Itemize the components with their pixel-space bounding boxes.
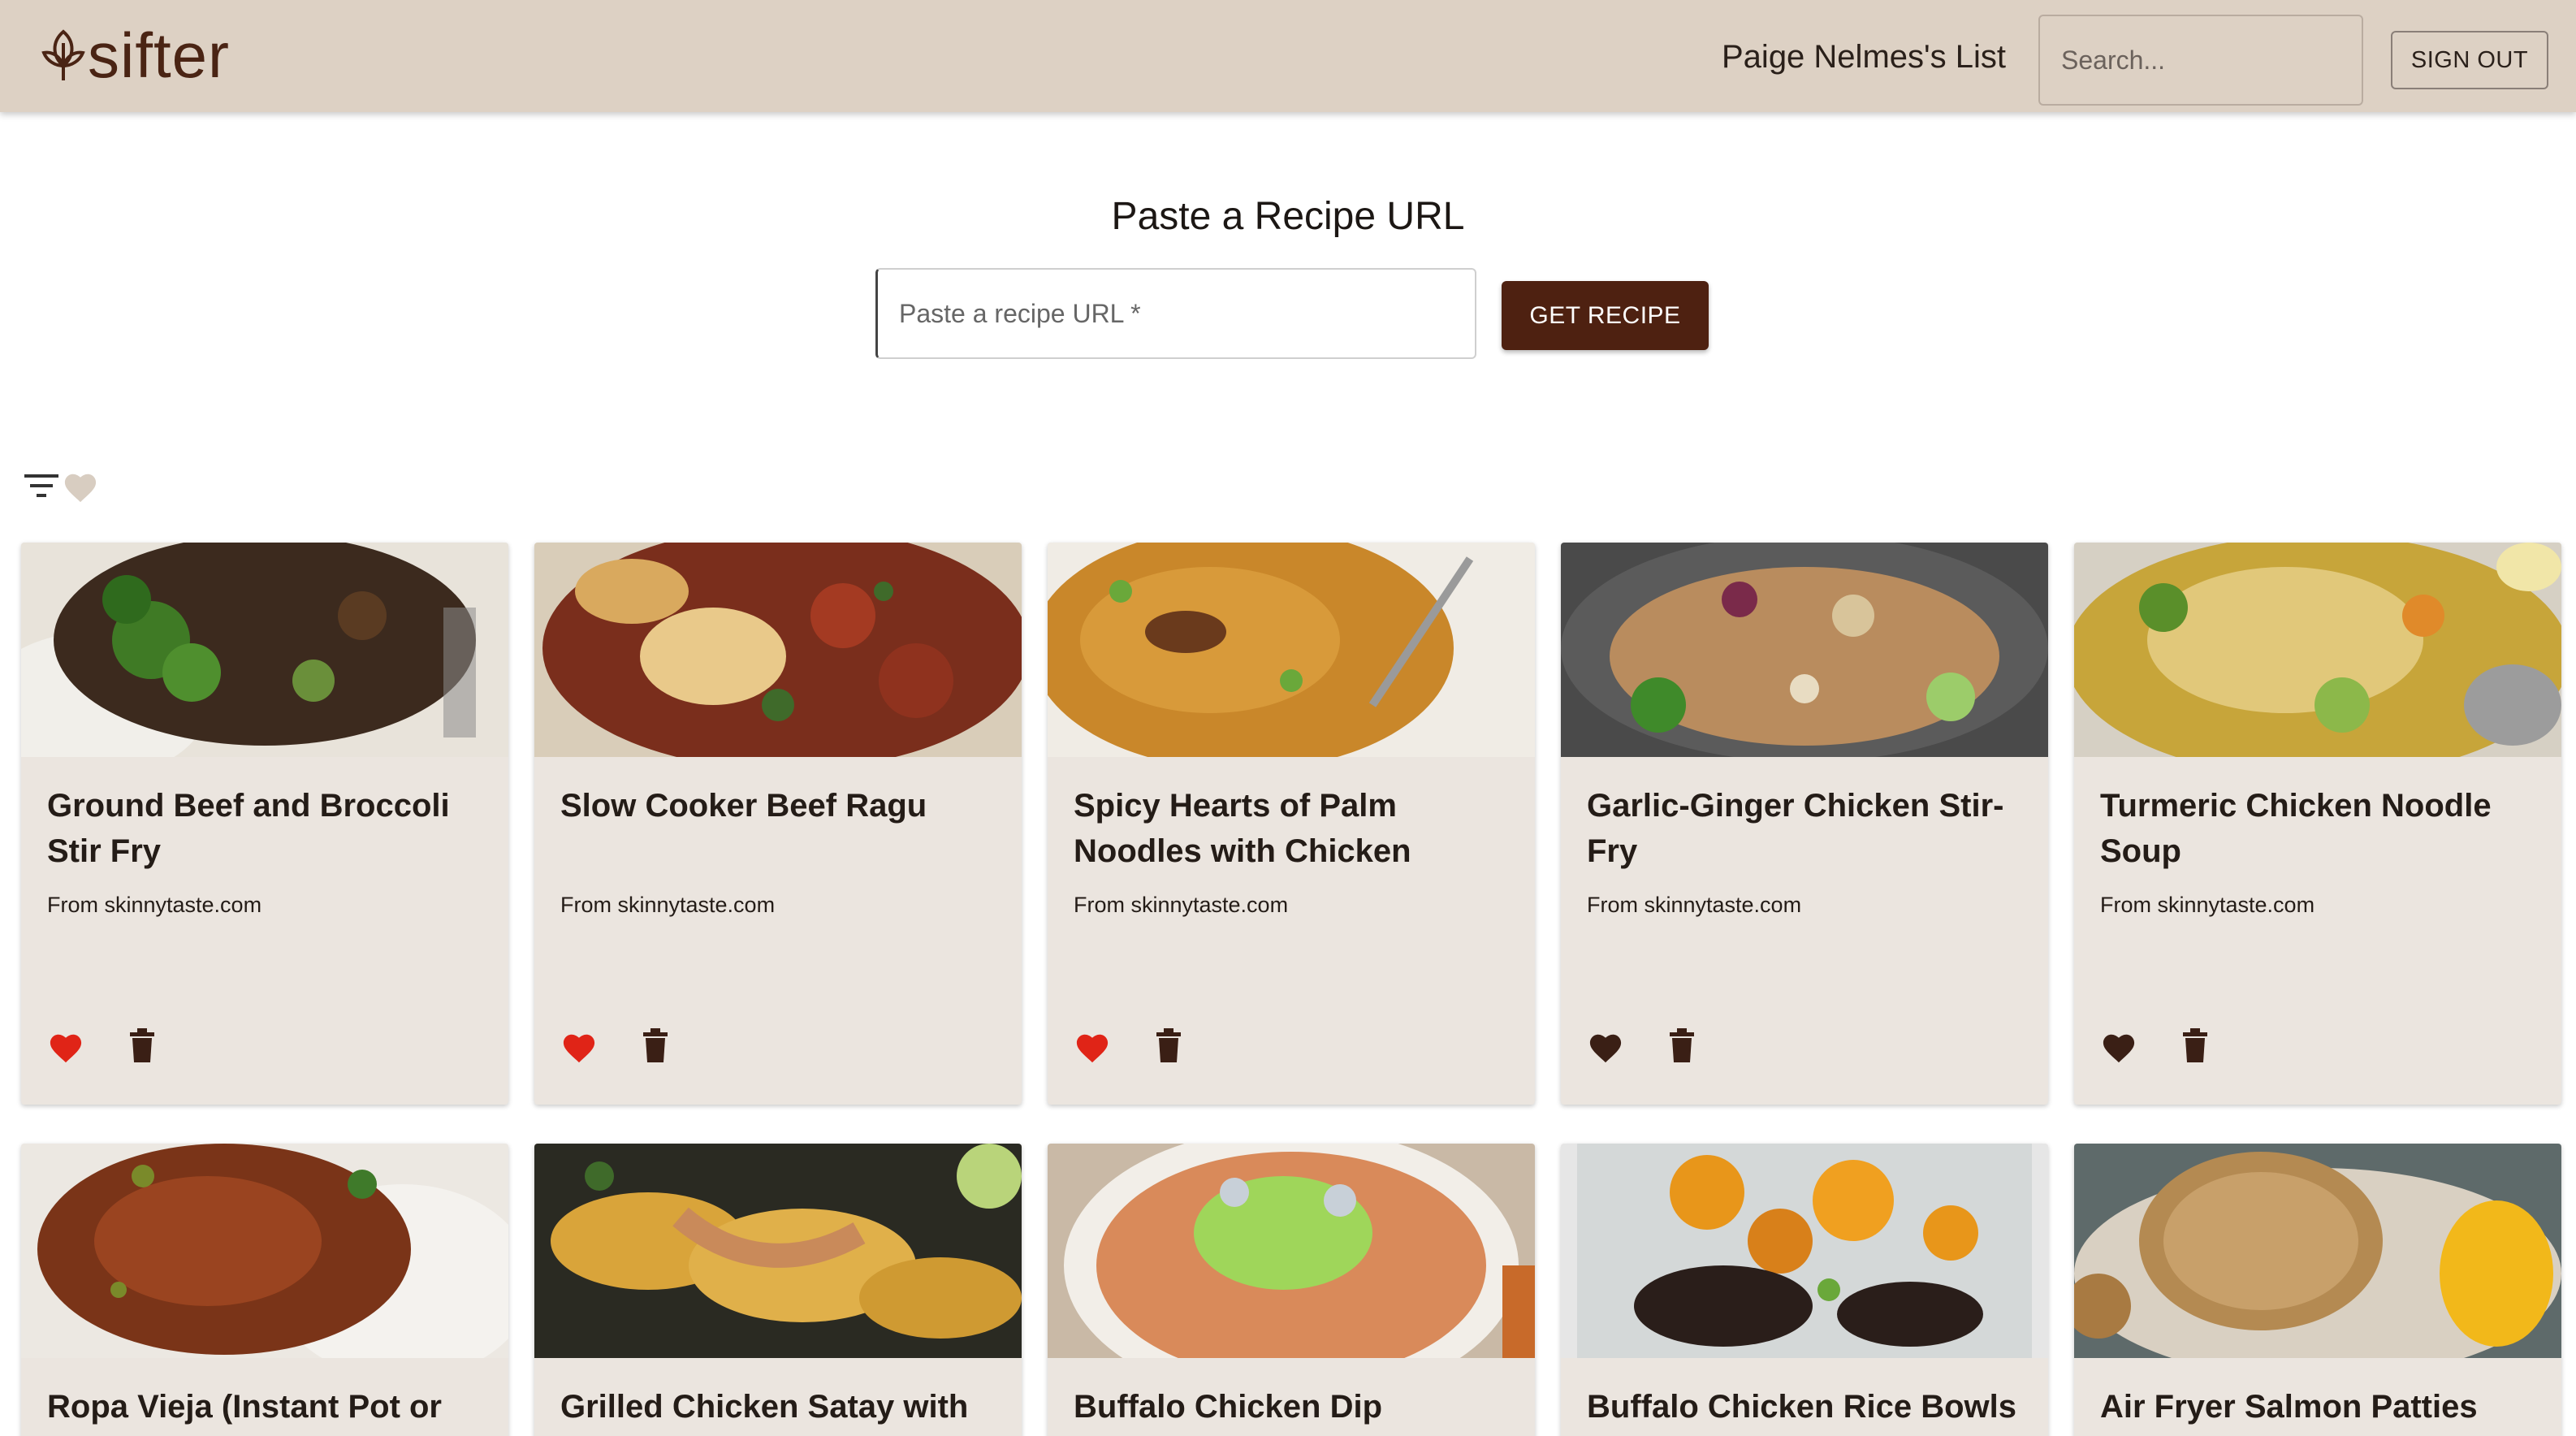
recipe-source: From skinnytaste.com bbox=[1587, 893, 1802, 917]
sign-out-button[interactable]: SIGN OUT bbox=[2391, 31, 2548, 89]
paste-url-heading: Paste a Recipe URL bbox=[1111, 195, 1465, 238]
recipe-image[interactable] bbox=[2074, 1144, 2561, 1358]
recipe-image[interactable] bbox=[1561, 543, 2048, 757]
recipe-source: From skinnytaste.com bbox=[47, 893, 262, 917]
recipe-card[interactable]: Slow Cooker Beef Ragu From skinnytaste.c… bbox=[534, 543, 1022, 1105]
recipe-title[interactable]: Ground Beef and Broccoli Stir Fry bbox=[47, 783, 486, 874]
favorite-heart-icon[interactable] bbox=[560, 1030, 598, 1064]
recipe-url-input[interactable] bbox=[875, 268, 1476, 359]
favorite-heart-icon[interactable] bbox=[1587, 1030, 1624, 1064]
favorite-heart-icon[interactable] bbox=[1074, 1030, 1111, 1064]
recipe-image[interactable] bbox=[1048, 543, 1535, 757]
favorite-heart-icon[interactable] bbox=[47, 1030, 84, 1064]
trash-icon[interactable] bbox=[1670, 1028, 1694, 1062]
search-input[interactable] bbox=[2038, 15, 2363, 106]
recipe-image[interactable] bbox=[1048, 1144, 1535, 1358]
recipe-source: From skinnytaste.com bbox=[560, 893, 776, 917]
recipe-source: From skinnytaste.com bbox=[1074, 893, 1289, 917]
recipe-card[interactable]: Garlic-Ginger Chicken Stir-Fry From skin… bbox=[1561, 543, 2048, 1105]
recipe-title[interactable]: Grilled Chicken Satay with bbox=[560, 1384, 999, 1430]
favorites-filter-heart-icon[interactable] bbox=[62, 469, 99, 504]
recipe-card[interactable]: Grilled Chicken Satay with bbox=[534, 1144, 1022, 1436]
sifter-logo[interactable]: sifter bbox=[41, 23, 230, 88]
list-title: Paige Nelmes's List bbox=[1722, 39, 2006, 75]
recipe-image[interactable] bbox=[534, 1144, 1022, 1358]
recipe-image[interactable] bbox=[534, 543, 1022, 757]
recipe-image[interactable] bbox=[2074, 543, 2561, 757]
recipe-title[interactable]: Slow Cooker Beef Ragu bbox=[560, 783, 999, 828]
trash-icon[interactable] bbox=[2183, 1028, 2207, 1062]
recipe-card[interactable]: Air Fryer Salmon Patties bbox=[2074, 1144, 2561, 1436]
recipe-title[interactable]: Ropa Vieja (Instant Pot or bbox=[47, 1384, 486, 1430]
recipe-source: From skinnytaste.com bbox=[2100, 893, 2315, 917]
recipe-card[interactable]: Ropa Vieja (Instant Pot or bbox=[21, 1144, 508, 1436]
trash-icon[interactable] bbox=[1156, 1028, 1181, 1062]
logo-text: sifter bbox=[88, 19, 231, 91]
recipe-image[interactable] bbox=[21, 1144, 508, 1358]
recipe-title[interactable]: Garlic-Ginger Chicken Stir-Fry bbox=[1587, 783, 2025, 874]
top-app-bar: sifter Paige Nelmes's List SIGN OUT bbox=[0, 0, 2576, 112]
recipe-card[interactable]: Turmeric Chicken Noodle Soup From skinny… bbox=[2074, 543, 2561, 1105]
recipe-card[interactable]: Buffalo Chicken Dip bbox=[1048, 1144, 1535, 1436]
filter-list-icon[interactable] bbox=[24, 471, 58, 500]
leaf-logo-icon bbox=[41, 29, 85, 80]
recipe-image[interactable] bbox=[1561, 1144, 2048, 1358]
recipe-title[interactable]: Spicy Hearts of Palm Noodles with Chicke… bbox=[1074, 783, 1512, 874]
get-recipe-button[interactable]: GET RECIPE bbox=[1502, 281, 1709, 350]
recipe-card[interactable]: Buffalo Chicken Rice Bowls bbox=[1561, 1144, 2048, 1436]
favorite-heart-icon[interactable] bbox=[2100, 1030, 2137, 1064]
recipe-card[interactable]: Ground Beef and Broccoli Stir Fry From s… bbox=[21, 543, 508, 1105]
trash-icon[interactable] bbox=[130, 1028, 154, 1062]
recipe-title[interactable]: Buffalo Chicken Rice Bowls bbox=[1587, 1384, 2025, 1430]
trash-icon[interactable] bbox=[643, 1028, 668, 1062]
recipe-card[interactable]: Spicy Hearts of Palm Noodles with Chicke… bbox=[1048, 543, 1535, 1105]
recipe-title[interactable]: Buffalo Chicken Dip bbox=[1074, 1384, 1512, 1430]
recipe-title[interactable]: Air Fryer Salmon Patties bbox=[2100, 1384, 2539, 1430]
recipe-image[interactable] bbox=[21, 543, 508, 757]
recipe-title[interactable]: Turmeric Chicken Noodle Soup bbox=[2100, 783, 2539, 874]
